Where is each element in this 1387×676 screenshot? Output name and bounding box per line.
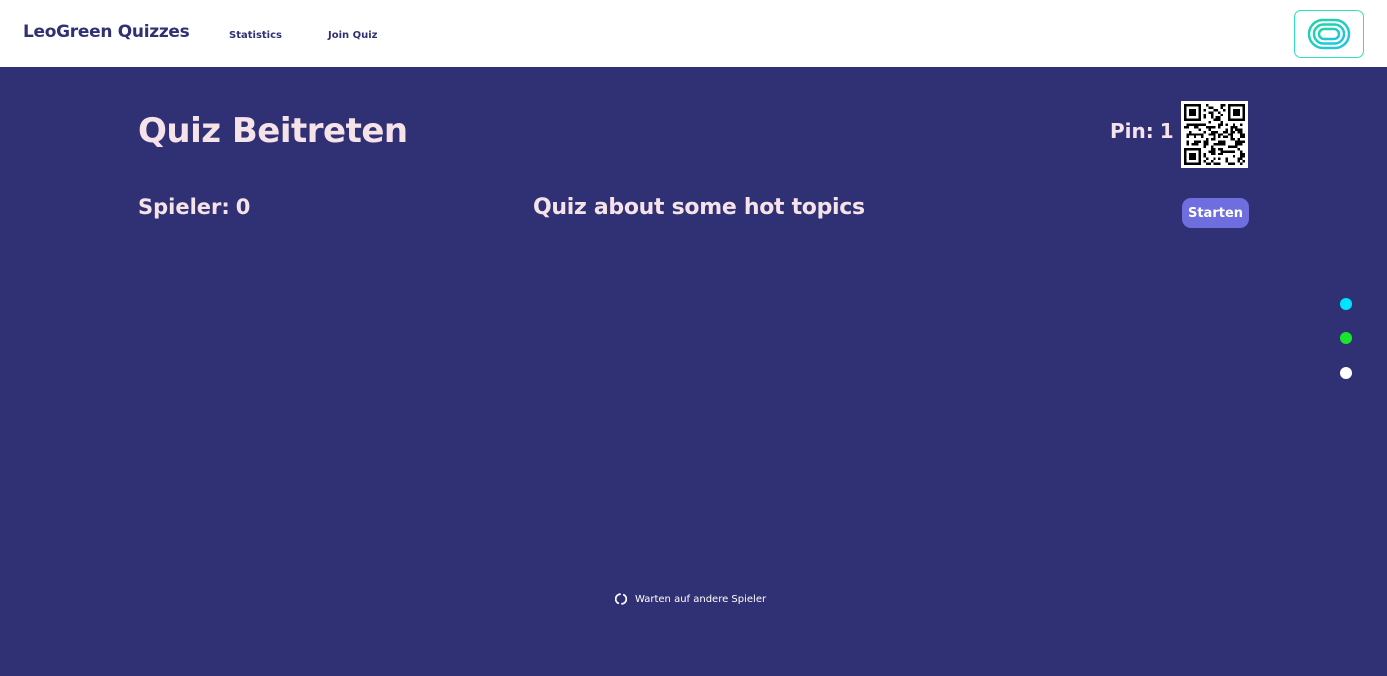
pin-value: 1 — [1159, 119, 1174, 143]
quiz-name: Quiz about some hot topics — [533, 195, 865, 220]
leogreen-logo-icon — [1307, 18, 1351, 50]
player-count: Spieler: 0 — [138, 195, 250, 219]
page-title: Quiz Beitreten — [138, 111, 408, 151]
start-button[interactable]: Starten — [1182, 198, 1249, 228]
quiz-pin: Pin: 1 — [1110, 119, 1174, 143]
logo-button[interactable] — [1294, 10, 1364, 58]
side-dot-white[interactable] — [1340, 367, 1352, 379]
pin-label: Pin: — [1110, 119, 1154, 143]
quiz-lobby: Quiz Beitreten Pin: 1 Spieler: 0 Quiz abo… — [0, 67, 1387, 676]
top-navbar: LeoGreen Quizzes Statistics Join Quiz — [0, 0, 1387, 67]
brand-title[interactable]: LeoGreen Quizzes — [23, 22, 190, 42]
waiting-status: Warten auf andere Spieler — [615, 593, 766, 605]
players-label: Spieler: — [138, 195, 230, 219]
loading-spinner-icon — [615, 593, 627, 605]
nav-link-statistics[interactable]: Statistics — [229, 30, 282, 41]
side-dot-cyan[interactable] — [1340, 298, 1352, 310]
side-dot-green[interactable] — [1340, 332, 1352, 344]
nav-link-join-quiz[interactable]: Join Quiz — [328, 30, 378, 41]
waiting-text: Warten auf andere Spieler — [635, 593, 767, 605]
qr-code-icon — [1181, 101, 1248, 168]
players-count-value: 0 — [235, 195, 251, 219]
